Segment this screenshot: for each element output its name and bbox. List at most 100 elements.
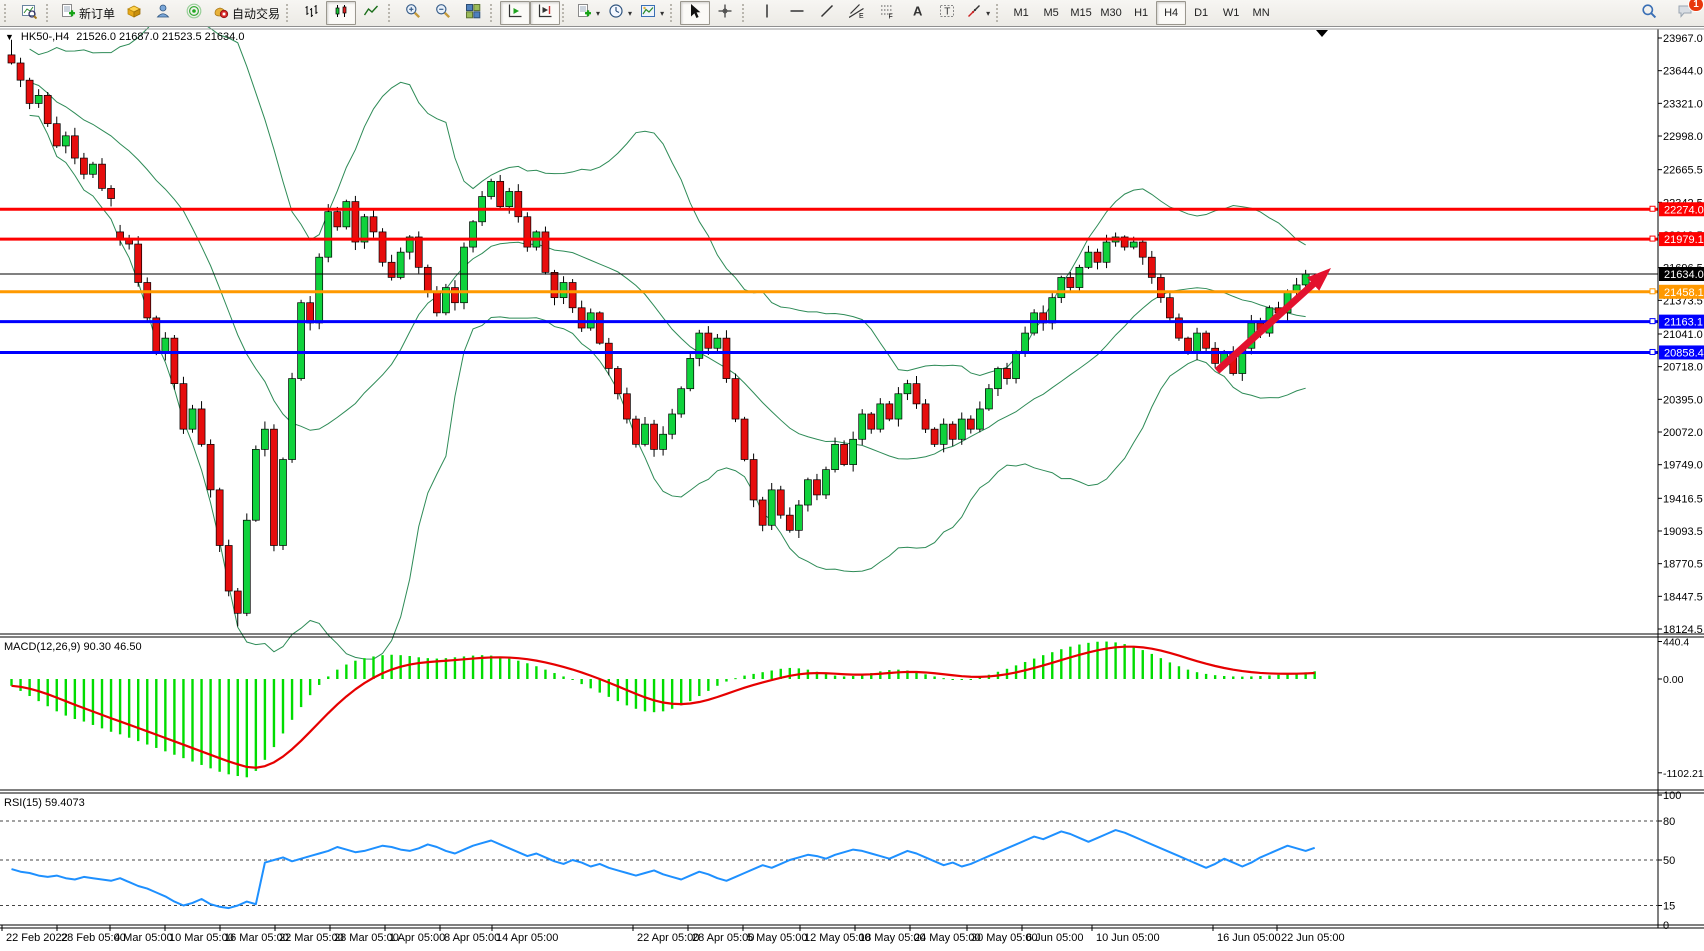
chart-shift-button[interactable]	[530, 1, 560, 25]
candle-bearish	[1139, 242, 1146, 257]
auto-trading-button[interactable]: 自动交易	[209, 1, 284, 25]
arrows-button[interactable]: ▾	[962, 1, 994, 25]
text-button[interactable]: A	[902, 1, 932, 25]
price-tick-label: 18770.5	[1663, 559, 1703, 571]
macd-histogram-bar	[526, 663, 528, 679]
toolbar-group-grip[interactable]	[490, 4, 496, 22]
fibo-icon: F	[879, 3, 895, 24]
chevron-down-icon[interactable]: ▾	[660, 9, 664, 18]
macd-histogram-bar	[752, 674, 754, 679]
toolbar-group-grip[interactable]	[286, 4, 292, 22]
toolbar-group-grip[interactable]	[996, 4, 1002, 22]
bollinger-middle	[30, 82, 1306, 459]
indicators-button[interactable]: ▾	[572, 1, 604, 25]
candle-bullish	[343, 202, 350, 227]
timeframe-h1-button[interactable]: H1	[1126, 1, 1156, 25]
equidistant-channel-button[interactable]: E	[842, 1, 872, 25]
crosshair-button[interactable]	[710, 1, 740, 25]
trendline-button[interactable]	[812, 1, 842, 25]
candles-layer	[8, 40, 1309, 627]
candle-bullish	[1058, 277, 1065, 297]
candlestick-mode-button[interactable]	[326, 1, 356, 25]
chevron-down-icon[interactable]: ▾	[986, 9, 990, 18]
tiles-icon	[465, 3, 481, 24]
macd-histogram-bar	[74, 679, 76, 719]
auto-scroll-button[interactable]	[500, 1, 530, 25]
chevron-down-icon[interactable]: ▾	[596, 9, 600, 18]
text-label-button[interactable]: T	[932, 1, 962, 25]
candle-bearish	[497, 181, 504, 206]
timeframe-mn-button[interactable]: MN	[1246, 1, 1276, 25]
candle-bearish	[108, 188, 115, 198]
bar-chart-mode-button[interactable]	[296, 1, 326, 25]
horizontal-line-button[interactable]	[782, 1, 812, 25]
candle-bearish	[153, 318, 160, 353]
vertical-line-button[interactable]	[752, 1, 782, 25]
tile-windows-button[interactable]	[458, 1, 488, 25]
timeframe-m5-button[interactable]: M5	[1036, 1, 1066, 25]
svg-text:T: T	[944, 6, 950, 17]
candle-bearish	[750, 460, 757, 500]
toolbar-group-grip[interactable]	[670, 4, 676, 22]
price-chip-label: 21458.1	[1664, 287, 1704, 299]
zoom-out-button[interactable]	[428, 1, 458, 25]
timeframe-label: M15	[1070, 7, 1091, 19]
periods-button[interactable]: ▾	[604, 1, 636, 25]
macd-histogram-bar	[336, 670, 338, 679]
candle-bearish	[1157, 277, 1164, 297]
toolbar-group-grip[interactable]	[562, 4, 568, 22]
cursor-button[interactable]	[680, 1, 710, 25]
annotations-layer[interactable]	[1217, 30, 1331, 371]
zoom-in-button[interactable]	[398, 1, 428, 25]
zoomout-icon	[435, 3, 451, 24]
templates-button[interactable]: ▾	[636, 1, 668, 25]
toolbar-group-grip[interactable]	[4, 4, 10, 22]
price-chip-label: 21163.1	[1664, 317, 1703, 329]
timeframe-d1-button[interactable]: D1	[1186, 1, 1216, 25]
signals-button[interactable]	[179, 1, 209, 25]
new-order-button[interactable]: 新订单	[56, 1, 119, 25]
toolbar-group-grip[interactable]	[742, 4, 748, 22]
search-button[interactable]	[1634, 2, 1664, 26]
candle-bearish	[17, 63, 24, 80]
candle-bearish	[886, 404, 893, 419]
search-icon	[1641, 3, 1657, 24]
timeframe-label: M30	[1100, 7, 1121, 19]
macd-histogram-bar	[1060, 649, 1062, 679]
candle-bullish	[904, 384, 911, 394]
candle-bullish	[976, 409, 983, 429]
timeframe-m15-button[interactable]: M15	[1066, 1, 1096, 25]
candle-bearish	[44, 95, 51, 123]
timeframe-label: H4	[1164, 7, 1178, 19]
timeframe-h4-button[interactable]: H4	[1156, 1, 1186, 25]
vline-icon	[759, 3, 775, 24]
timeframe-m1-button[interactable]: M1	[1006, 1, 1036, 25]
macd-histogram-bar	[110, 679, 112, 732]
macd-tick-label: -1102.21	[1663, 768, 1704, 780]
toolbar-group-grip[interactable]	[388, 4, 394, 22]
candle-bearish	[99, 164, 106, 188]
timeframe-m30-button[interactable]: M30	[1096, 1, 1126, 25]
timeframe-label: H1	[1134, 7, 1148, 19]
collapse-triangle-icon[interactable]: ▼	[5, 32, 14, 42]
notifications-button[interactable]: 1	[1670, 2, 1700, 26]
time-axis-label: 1 Apr 05:00	[389, 932, 445, 944]
price-tick-label: 20718.0	[1663, 362, 1703, 374]
fibonacci-retracement-button[interactable]: F	[872, 1, 902, 25]
chevron-down-icon[interactable]: ▾	[628, 9, 632, 18]
macd-histogram-bar	[553, 673, 555, 679]
line-chart-mode-button[interactable]	[356, 1, 386, 25]
data-window-button[interactable]	[149, 1, 179, 25]
chart-title: ▼ HK50-,H4 21526.0 21687.0 21523.5 21634…	[5, 31, 244, 43]
candle-bullish	[1076, 267, 1083, 287]
timeframe-w1-button[interactable]: W1	[1216, 1, 1246, 25]
macd-histogram-bar	[47, 679, 49, 706]
chart-canvas[interactable]: 23967.023644.023321.022998.022665.522342…	[0, 27, 1704, 946]
candle-bullish	[316, 257, 323, 323]
chart-window-button[interactable]	[14, 1, 44, 25]
market-watch-button[interactable]	[119, 1, 149, 25]
svg-text:E: E	[859, 13, 864, 19]
toolbar-group-grip[interactable]	[46, 4, 52, 22]
price-chip-label: 22274.0	[1664, 204, 1704, 216]
timeframe-label: M1	[1013, 7, 1028, 19]
